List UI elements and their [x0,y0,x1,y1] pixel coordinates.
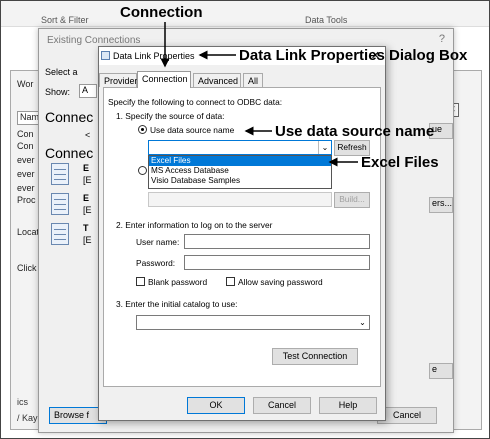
annotation-use-dsn: Use data source name [275,123,435,140]
annotation-dialog-box: Data Link Properties Dialog Box [239,47,468,64]
annotation-excel-files: Excel Files [361,154,439,171]
annotation-connection: Connection [120,4,203,21]
annotation-arrows [160,22,358,167]
